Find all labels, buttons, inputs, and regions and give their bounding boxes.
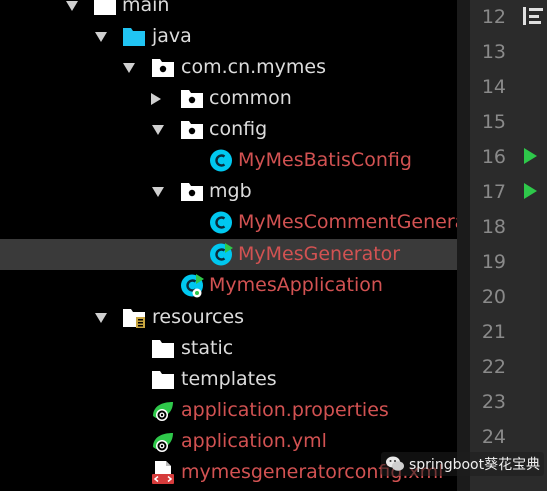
xml-file-icon [150, 460, 176, 485]
tree-label-mymesgenerator: MyMesGenerator [238, 243, 401, 265]
tree-row-mymesbatisconfig[interactable]: MyMesBatisConfig [0, 145, 457, 176]
editor-gutter: 12 13 14 15 16 17 18 19 20 21 22 23 24 [470, 0, 547, 491]
tree-row-templates[interactable]: templates [0, 364, 457, 395]
expand-arrow-icon[interactable] [148, 114, 168, 145]
line-number: 22 [481, 356, 506, 378]
run-gutter-icon[interactable] [524, 183, 537, 199]
line-number: 13 [481, 41, 506, 63]
collapse-arrow-icon[interactable] [146, 83, 166, 114]
spring-properties-icon [150, 398, 176, 423]
panel-divider[interactable] [457, 0, 470, 491]
line-number: 16 [481, 146, 506, 168]
line-number: 17 [481, 181, 506, 203]
tree-row-com-cn-mymes[interactable]: com.cn.mymes [0, 52, 457, 83]
line-number: 15 [481, 111, 506, 133]
package-icon [150, 55, 176, 80]
tree-label-mgb: mgb [209, 180, 252, 202]
tree-label-config: config [209, 118, 268, 140]
expand-arrow-icon[interactable] [62, 0, 82, 21]
watermark-text: springboot葵花宝典 [409, 457, 541, 473]
line-number: 20 [481, 286, 506, 308]
folder-icon [92, 0, 118, 18]
expand-arrow-icon[interactable] [91, 21, 111, 52]
project-tree: main java com.cn.mymes common config MyM… [0, 0, 457, 491]
tree-label-mymescommentgenerator: MyMesCommentGenerator [238, 211, 457, 233]
folder-icon [150, 336, 176, 361]
tree-row-application-properties[interactable]: application.properties [0, 395, 457, 426]
source-folder-icon [121, 24, 147, 49]
class-icon [208, 210, 234, 235]
expand-arrow-icon[interactable] [91, 302, 111, 333]
runnable-class-icon [208, 242, 234, 267]
line-number: 14 [481, 76, 506, 98]
wechat-icon [386, 456, 404, 471]
line-number: 23 [481, 391, 506, 413]
expand-arrow-icon[interactable] [148, 176, 168, 207]
tree-label-application-yml: application.yml [181, 430, 327, 452]
tree-row-mymesapplication[interactable]: MymesApplication [0, 270, 457, 301]
tree-row-mymescommentgenerator[interactable]: MyMesCommentGenerator [0, 207, 457, 238]
tree-label-common: common [209, 87, 292, 109]
tree-label-application-properties: application.properties [181, 399, 389, 421]
class-icon [208, 148, 234, 173]
line-number: 18 [481, 216, 506, 238]
spring-yml-icon [150, 429, 176, 454]
tree-label-java: java [152, 25, 192, 47]
spring-boot-class-icon [179, 273, 205, 298]
package-icon [179, 179, 205, 204]
tree-label-mymesbatisconfig: MyMesBatisConfig [238, 149, 412, 171]
tree-label-mymesapplication: MymesApplication [209, 274, 383, 296]
run-gutter-icon[interactable] [524, 148, 537, 164]
line-number: 12 [481, 6, 506, 28]
expand-arrow-icon[interactable] [119, 52, 139, 83]
folder-icon [150, 367, 176, 392]
line-number: 19 [481, 251, 506, 273]
watermark: springboot葵花宝典 [381, 452, 545, 476]
tree-label-static: static [181, 337, 234, 359]
tree-label-resources: resources [152, 306, 245, 328]
package-icon [179, 117, 205, 142]
tree-row-config[interactable]: config [0, 114, 457, 145]
tree-row-mgb[interactable]: mgb [0, 176, 457, 207]
resources-folder-icon [121, 305, 147, 330]
tree-label-main: main [122, 0, 170, 16]
tree-row-static[interactable]: static [0, 333, 457, 364]
tree-label-com-cn-mymes: com.cn.mymes [181, 56, 326, 78]
line-number: 24 [481, 426, 506, 448]
tree-row-mymesgenerator[interactable]: MyMesGenerator [0, 239, 457, 270]
structure-icon[interactable] [522, 6, 544, 26]
tree-row-common[interactable]: common [0, 83, 457, 114]
tree-row-main[interactable]: main [0, 0, 457, 21]
tree-label-templates: templates [181, 368, 277, 390]
tree-row-java[interactable]: java [0, 21, 457, 52]
package-icon [179, 86, 205, 111]
line-number: 21 [481, 321, 506, 343]
tree-row-resources[interactable]: resources [0, 302, 457, 333]
